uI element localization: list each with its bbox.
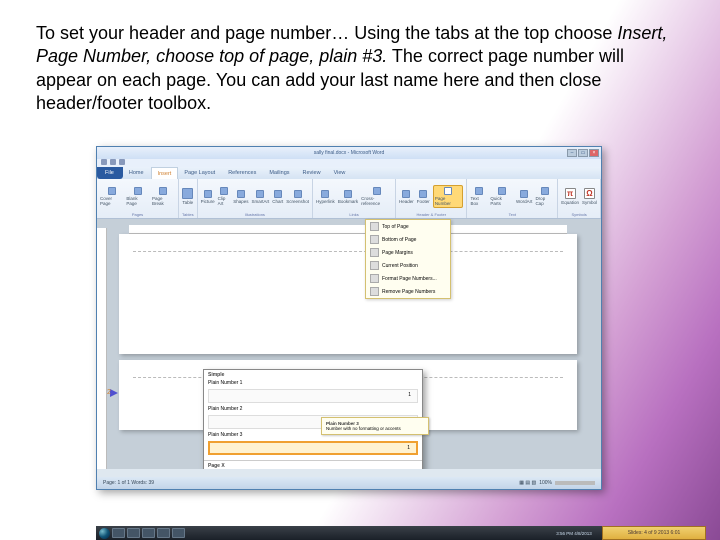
- status-page-words: Page: 1 of 1 Words: 39: [103, 480, 154, 486]
- crossref-button[interactable]: Cross-reference: [361, 187, 392, 206]
- picture-button[interactable]: Picture: [201, 190, 215, 204]
- presenter-bar: Slides: 4 of 9 2013 6:01: [602, 526, 706, 540]
- maximize-button[interactable]: ▭: [578, 149, 588, 157]
- page-break-button[interactable]: Page Break: [152, 187, 175, 206]
- view-buttons[interactable]: ▦ ▤ ▧: [519, 480, 536, 486]
- footer-button[interactable]: Footer: [417, 190, 430, 204]
- tab-insert[interactable]: Insert: [151, 167, 179, 179]
- menu-remove-page-numbers[interactable]: Remove Page Numbers: [366, 285, 450, 298]
- callout-step-2: 2: [107, 389, 118, 397]
- start-button[interactable]: [99, 528, 110, 539]
- title-bar: sally final.docx - Microsoft Word – ▭ ×: [97, 147, 601, 159]
- symbol-button[interactable]: ΩSymbol: [582, 188, 597, 205]
- document-page[interactable]: [119, 234, 577, 354]
- page-number-submenu: Top of Page Bottom of Page Page Margins …: [365, 219, 451, 299]
- taskbar-item[interactable]: [142, 528, 155, 538]
- ribbon-group-pages: Cover Page Blank Page Page Break Pages: [97, 179, 179, 218]
- dropcap-button[interactable]: Drop Cap: [535, 187, 554, 206]
- taskbar-item[interactable]: [157, 528, 170, 538]
- tab-view[interactable]: View: [328, 167, 353, 179]
- word-window: sally final.docx - Microsoft Word – ▭ × …: [96, 146, 602, 490]
- tab-mailings[interactable]: Mailings: [263, 167, 296, 179]
- menu-bottom-of-page[interactable]: Bottom of Page: [366, 233, 450, 246]
- status-bar: Page: 1 of 1 Words: 39 ▦ ▤ ▧ 100%: [97, 477, 601, 489]
- tab-review[interactable]: Review: [297, 167, 328, 179]
- chart-button[interactable]: Chart: [272, 190, 283, 204]
- gallery-plain-3[interactable]: [208, 441, 418, 455]
- vertical-ruler: [97, 228, 107, 469]
- ribbon-group-illustrations: Picture Clip Art Shapes SmartArt Chart S…: [198, 179, 313, 218]
- shapes-button[interactable]: Shapes: [233, 190, 248, 204]
- close-button[interactable]: ×: [589, 149, 599, 157]
- hyperlink-button[interactable]: Hyperlink: [316, 190, 335, 204]
- system-clock[interactable]: 3:56 PM 4/8/2013: [549, 531, 599, 536]
- bookmark-button[interactable]: Bookmark: [338, 190, 358, 204]
- blank-page-button[interactable]: Blank Page: [126, 187, 149, 206]
- header-button[interactable]: Header: [399, 190, 414, 204]
- ribbon: Cover Page Blank Page Page Break Pages T…: [97, 179, 601, 219]
- tab-home[interactable]: Home: [123, 167, 151, 179]
- menu-top-of-page[interactable]: Top of Page: [366, 220, 450, 233]
- gallery-tooltip: Plain Number 3Number with no formatting …: [321, 417, 429, 435]
- smartart-button[interactable]: SmartArt: [252, 190, 270, 204]
- header-area[interactable]: [133, 242, 563, 252]
- quickparts-button[interactable]: Quick Parts: [490, 187, 513, 206]
- cover-page-button[interactable]: Cover Page: [100, 187, 123, 206]
- wordart-button[interactable]: WordArt: [516, 190, 532, 204]
- ribbon-group-text: Text Box Quick Parts WordArt Drop Cap Te…: [467, 179, 558, 218]
- screenshot-button[interactable]: Screenshot: [286, 190, 309, 204]
- window-title: sally final.docx - Microsoft Word: [314, 150, 384, 156]
- gallery-plain-1[interactable]: [208, 389, 418, 403]
- textbox-button[interactable]: Text Box: [470, 187, 487, 206]
- taskbar-item[interactable]: [172, 528, 185, 538]
- ribbon-tabs: File Home Insert Page Layout References …: [97, 167, 601, 179]
- ribbon-group-header-footer: Header Footer Page Number Header & Foote…: [396, 179, 467, 218]
- tab-file[interactable]: File: [97, 167, 123, 179]
- table-button[interactable]: Table: [182, 188, 193, 205]
- equation-button[interactable]: πEquation: [561, 188, 579, 205]
- horizontal-ruler: [129, 225, 567, 234]
- page-number-button[interactable]: Page Number: [433, 185, 464, 208]
- ribbon-group-tables: Table Tables: [179, 179, 198, 218]
- document-area: Simple Plain Number 1 Plain Number 2 Pla…: [97, 219, 601, 469]
- menu-page-margins[interactable]: Page Margins: [366, 246, 450, 259]
- clipart-button[interactable]: Clip Art: [218, 187, 231, 206]
- zoom-slider[interactable]: [555, 481, 595, 485]
- taskbar-item[interactable]: [127, 528, 140, 538]
- menu-format-page-numbers[interactable]: Format Page Numbers...: [366, 272, 450, 285]
- taskbar-item[interactable]: [112, 528, 125, 538]
- tab-page-layout[interactable]: Page Layout: [178, 167, 222, 179]
- menu-current-position[interactable]: Current Position: [366, 259, 450, 272]
- ribbon-group-symbols: πEquation ΩSymbol Symbols: [558, 179, 601, 218]
- zoom-label: 100%: [539, 480, 552, 486]
- tab-references[interactable]: References: [222, 167, 263, 179]
- windows-taskbar: 3:56 PM 4/8/2013: [96, 526, 602, 540]
- minimize-button[interactable]: –: [567, 149, 577, 157]
- instruction-text: To set your header and page number… Usin…: [0, 0, 720, 126]
- page-number-icon: [444, 187, 452, 195]
- ribbon-group-links: Hyperlink Bookmark Cross-reference Links: [313, 179, 396, 218]
- quick-access-toolbar[interactable]: [97, 159, 601, 167]
